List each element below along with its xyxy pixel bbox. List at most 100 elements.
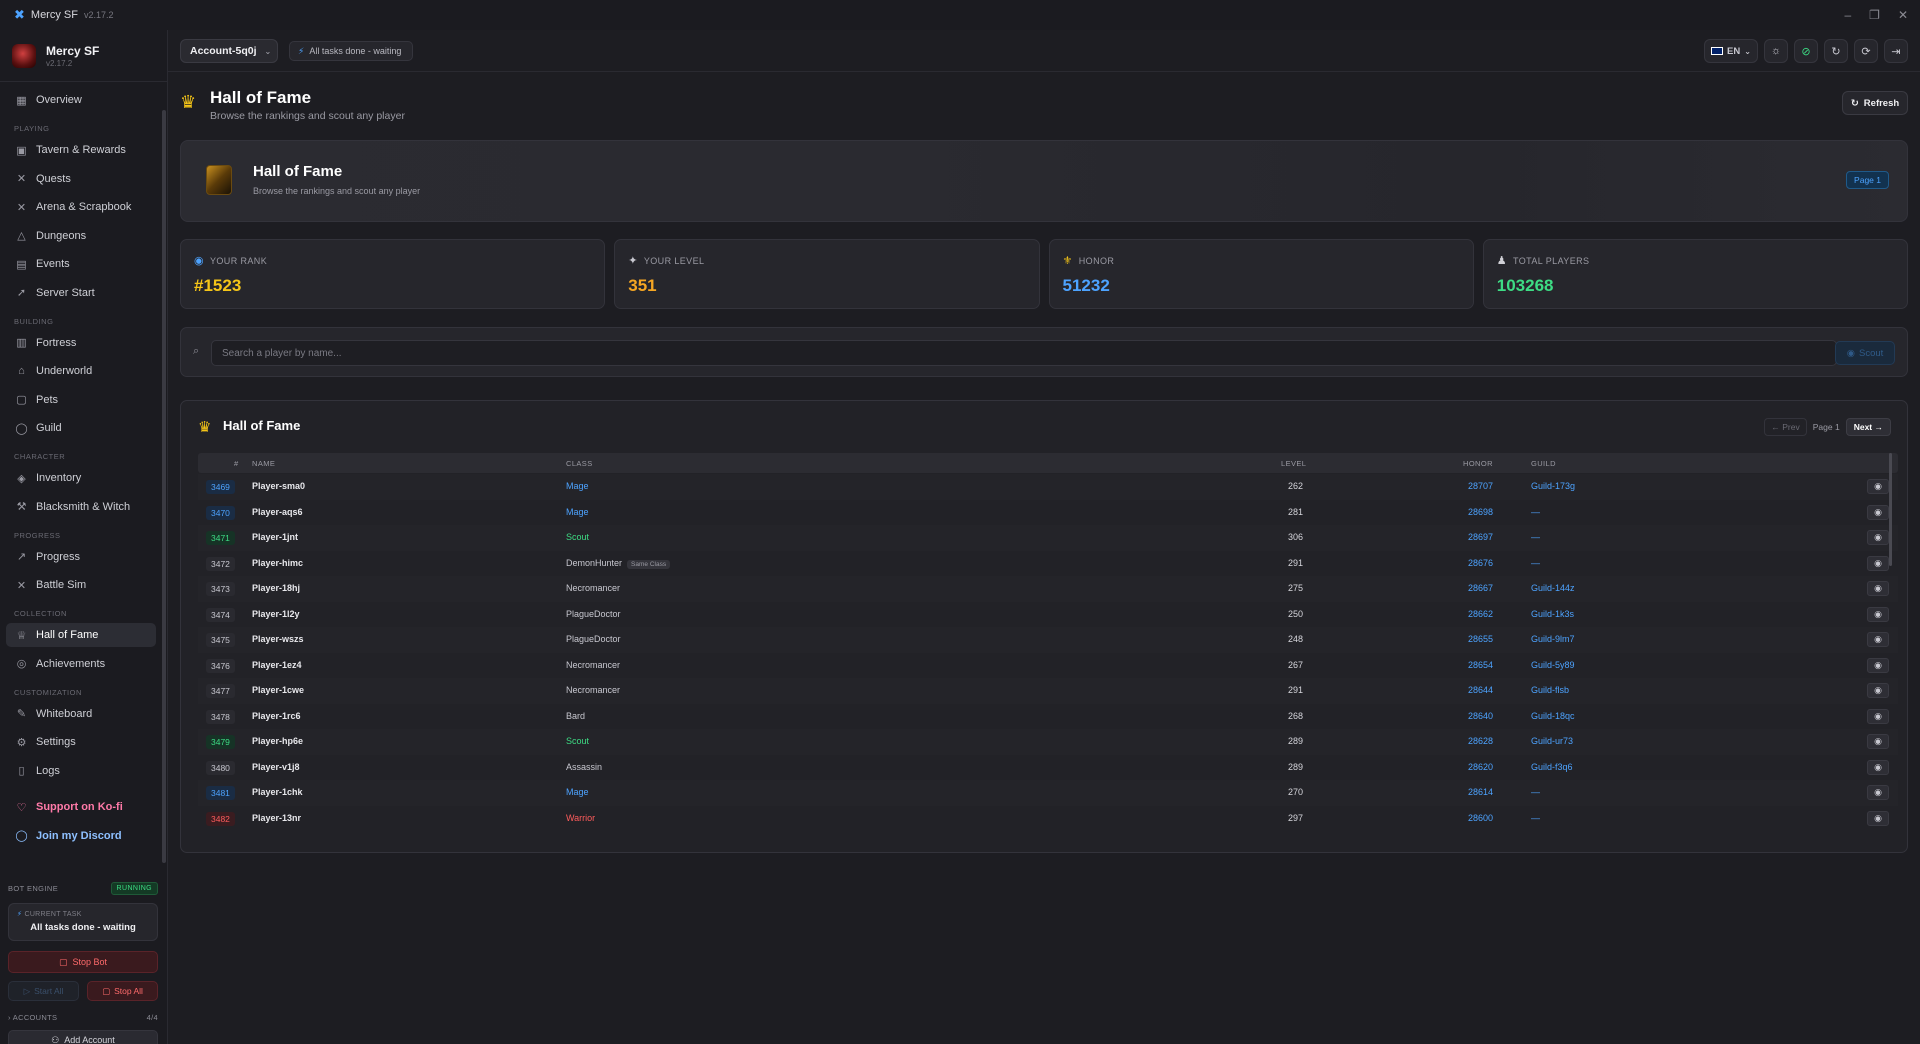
sidebar-item-battle-sim[interactable]: ✕ Battle Sim (6, 573, 156, 597)
table-row[interactable]: 3481 Player-1chk Mage 270 28614 — ◉ (198, 780, 1898, 806)
accounts-toggle[interactable]: › ACCOUNTS 4/4 (8, 1013, 158, 1022)
player-guild[interactable]: Guild-flsb (1531, 685, 1569, 695)
sidebar-item-hall-of-fame[interactable]: ♕ Hall of Fame (6, 623, 156, 647)
sidebar-item-pets[interactable]: ▢ Pets (6, 388, 156, 412)
player-guild[interactable]: Guild-144z (1531, 583, 1575, 593)
table-row[interactable]: 3478 Player-1rc6 Bard 268 28640 Guild-18qc ◉ (198, 704, 1898, 730)
view-player-button[interactable]: ◉ (1867, 504, 1889, 520)
table-row[interactable]: 3469 Player-sma0 Mage 262 28707 Guild-173g ◉ (198, 474, 1898, 500)
player-guild[interactable]: Guild-9lm7 (1531, 634, 1575, 644)
sidebar-item-inventory[interactable]: ◈ Inventory (6, 466, 156, 490)
page-title: Hall of Fame (210, 88, 312, 107)
view-player-button[interactable]: ◉ (1867, 810, 1889, 826)
player-honor: 28614 (1468, 787, 1494, 797)
table-row[interactable]: 3473 Player-18hj Necromancer 275 28667 Guild-… (198, 576, 1898, 602)
player-guild[interactable]: Guild-173g (1531, 481, 1575, 491)
start-all-button[interactable]: ▷ Start All (8, 981, 79, 1001)
view-player-button[interactable]: ◉ (1867, 708, 1889, 724)
sidebar-item-fortress[interactable]: ▥ Fortress (6, 331, 156, 355)
player-guild[interactable]: — (1531, 507, 1540, 517)
sidebar-item-discord[interactable]: ◯ Join my Discord (6, 824, 156, 848)
prev-page-button[interactable]: ← Prev (1764, 418, 1807, 436)
sidebar-item-kofi[interactable]: ♡ Support on Ko-fi (6, 795, 156, 819)
table-row[interactable]: 3475 Player-wszs PlagueDoctor 248 28655 Guild… (198, 627, 1898, 653)
sidebar-item-quests[interactable]: ✕ Quests (6, 167, 156, 191)
view-player-button[interactable]: ◉ (1867, 606, 1889, 622)
table-row[interactable]: 3479 Player-hp6e Scout 289 28628 Guild-ur73 ◉ (198, 729, 1898, 755)
visibility-toggle-button[interactable]: ⊘ (1794, 39, 1818, 63)
player-guild[interactable]: Guild-f3q6 (1531, 762, 1573, 772)
stop-all-button[interactable]: ▢ Stop All (87, 981, 158, 1001)
table-row[interactable]: 3476 Player-1ez4 Necromancer 267 28654 Guild-… (198, 653, 1898, 679)
title-bar: ✖ Mercy SF v2.17.2 – ❐ ✕ (0, 0, 1920, 30)
player-honor: 28698 (1468, 506, 1494, 517)
sync-button[interactable]: ↻ (1824, 39, 1848, 63)
refresh-button[interactable]: ↻ Refresh (1842, 91, 1908, 115)
user-plus-icon: ⚇ (51, 1034, 60, 1044)
theme-toggle-button[interactable]: ☼ (1764, 39, 1788, 63)
player-guild[interactable]: Guild-5y89 (1531, 660, 1575, 670)
table-row[interactable]: 3470 Player-aqs6 Mage 281 28698 — ◉ (198, 500, 1898, 526)
stat-value: 351 (628, 276, 657, 295)
view-player-button[interactable]: ◉ (1867, 657, 1889, 673)
sidebar-scrollbar[interactable] (162, 110, 166, 863)
player-guild[interactable]: Guild-ur73 (1531, 736, 1573, 746)
player-guild[interactable]: — (1531, 558, 1540, 568)
view-player-button[interactable]: ◉ (1867, 581, 1889, 596)
close-icon[interactable]: ✕ (1898, 8, 1908, 22)
view-player-button[interactable]: ◉ (1867, 530, 1889, 545)
sidebar-item-blacksmith[interactable]: ⚒ Blacksmith & Witch (6, 495, 156, 519)
sidebar-item-arena[interactable]: ✕ Arena & Scrapbook (6, 195, 156, 219)
brand-name: Mercy SF (46, 43, 100, 58)
sidebar-item-settings[interactable]: ⚙ Settings (6, 730, 156, 754)
heart-icon: ♡ (16, 801, 27, 814)
play-icon: ▷ (23, 985, 31, 996)
view-player-button[interactable]: ◉ (1867, 683, 1889, 698)
sidebar-item-server-start[interactable]: ➚ Server Start (6, 281, 156, 305)
player-guild[interactable]: Guild-1k3s (1531, 609, 1574, 619)
view-player-button[interactable]: ◉ (1867, 734, 1889, 749)
sidebar-item-tavern[interactable]: ▣ Tavern & Rewards (6, 138, 156, 162)
minimize-icon[interactable]: – (1844, 8, 1851, 22)
add-account-button[interactable]: ⚇ Add Account (8, 1030, 158, 1044)
table-row[interactable]: 3477 Player-1cwe Necromancer 291 28644 Guild-… (198, 678, 1898, 704)
player-level: 289 (1288, 761, 1304, 772)
sidebar-item-overview[interactable]: ▦ Overview (6, 88, 156, 112)
table-scrollbar[interactable] (1889, 453, 1892, 566)
sidebar-item-logs[interactable]: ▯ Logs (6, 759, 156, 783)
square-icon: ▢ (102, 985, 111, 996)
player-guild[interactable]: — (1531, 813, 1540, 823)
sidebar-item-guild[interactable]: ◯ Guild (6, 416, 156, 440)
table-row[interactable]: 3474 Player-1l2y PlagueDoctor 250 28662 Guild… (198, 602, 1898, 628)
player-guild[interactable]: Guild-18qc (1531, 711, 1575, 721)
reload-button[interactable]: ⟳ (1854, 39, 1878, 63)
logout-button[interactable]: ⇥ (1884, 39, 1908, 63)
sidebar-item-progress[interactable]: ↗ Progress (6, 545, 156, 569)
player-guild[interactable]: — (1531, 532, 1540, 542)
sidebar-item-achievements[interactable]: ◎ Achievements (6, 652, 156, 676)
view-player-button[interactable]: ◉ (1867, 632, 1889, 647)
player-level: 268 (1288, 710, 1304, 721)
table-row[interactable]: 3472 Player-himc DemonHunter Same Class 291 2… (198, 551, 1898, 577)
table-row[interactable]: 3480 Player-v1j8 Assassin 289 28620 Guild-f3q… (198, 755, 1898, 781)
sidebar-item-underworld[interactable]: ⌂ Underworld (6, 359, 156, 383)
player-guild[interactable]: — (1531, 787, 1540, 797)
view-player-button[interactable]: ◉ (1867, 479, 1889, 494)
table-row[interactable]: 3471 Player-1jnt Scout 306 28697 — ◉ (198, 525, 1898, 551)
view-player-button[interactable]: ◉ (1867, 759, 1889, 775)
stop-bot-button[interactable]: ▢ Stop Bot (8, 951, 158, 973)
next-page-button[interactable]: Next → (1845, 418, 1891, 436)
maximize-icon[interactable]: ❐ (1869, 8, 1880, 22)
view-player-button[interactable]: ◉ (1867, 785, 1889, 800)
language-selector[interactable]: EN ⌄ (1704, 39, 1758, 63)
sidebar-item-whiteboard[interactable]: ✎ Whiteboard (6, 702, 156, 726)
sidebar-item-dungeons[interactable]: △ Dungeons (6, 224, 156, 248)
table-row[interactable]: 3482 Player-13nr Warrior 297 28600 — ◉ (198, 806, 1898, 832)
view-player-button[interactable]: ◉ (1867, 555, 1889, 571)
scout-button[interactable]: ◉ Scout (1835, 341, 1895, 365)
account-selector[interactable]: Account-5q0j ⌄ (180, 39, 278, 63)
logout-icon: ⇥ (1891, 45, 1901, 58)
search-input[interactable] (211, 340, 1837, 366)
class-label: Mage (566, 506, 589, 517)
sidebar-item-events[interactable]: ▤ Events (6, 252, 156, 276)
